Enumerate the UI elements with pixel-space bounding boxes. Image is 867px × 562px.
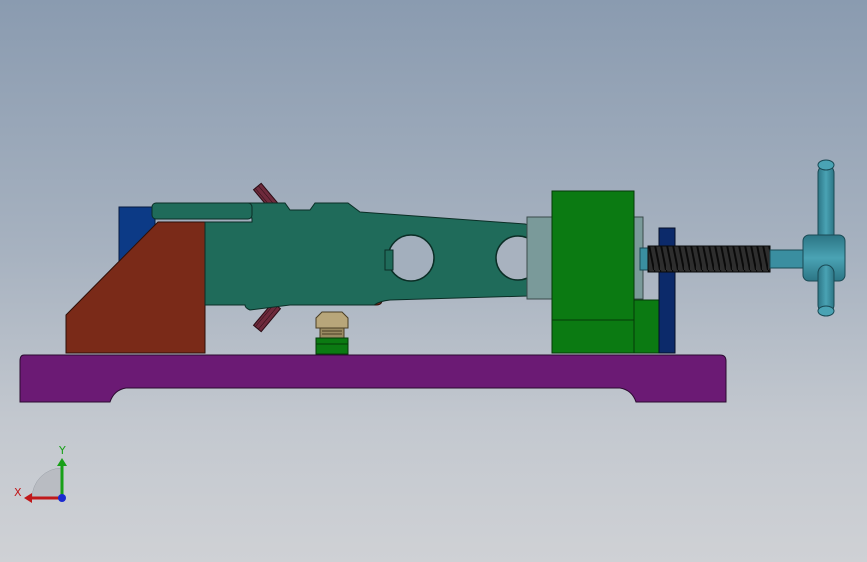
clamp-arm-hole-1 (387, 234, 435, 282)
triad-y-arrow (57, 458, 67, 466)
screw-thread[interactable] (647, 245, 771, 273)
clamp-arm-pin (384, 249, 394, 271)
green-block-foot[interactable] (633, 299, 661, 354)
fixture-model[interactable] (0, 0, 867, 562)
base-plate[interactable] (19, 354, 727, 403)
triad-quadrant (31, 467, 63, 499)
triad-y-label: Y (58, 444, 66, 457)
screw-neck[interactable] (769, 249, 807, 269)
coordinate-triad: Y X (14, 444, 67, 503)
adapter-plate[interactable] (526, 216, 554, 300)
handle[interactable] (802, 159, 846, 317)
support-base[interactable] (315, 337, 349, 355)
triad-z-axis (58, 494, 66, 502)
triad-x-label: X (14, 486, 22, 499)
green-block[interactable] (551, 190, 635, 354)
support-nut[interactable] (315, 311, 349, 339)
graphics-viewport[interactable]: Y X (0, 0, 867, 562)
clamp-arm-rod[interactable] (151, 202, 253, 220)
triad-x-arrow (24, 493, 32, 503)
